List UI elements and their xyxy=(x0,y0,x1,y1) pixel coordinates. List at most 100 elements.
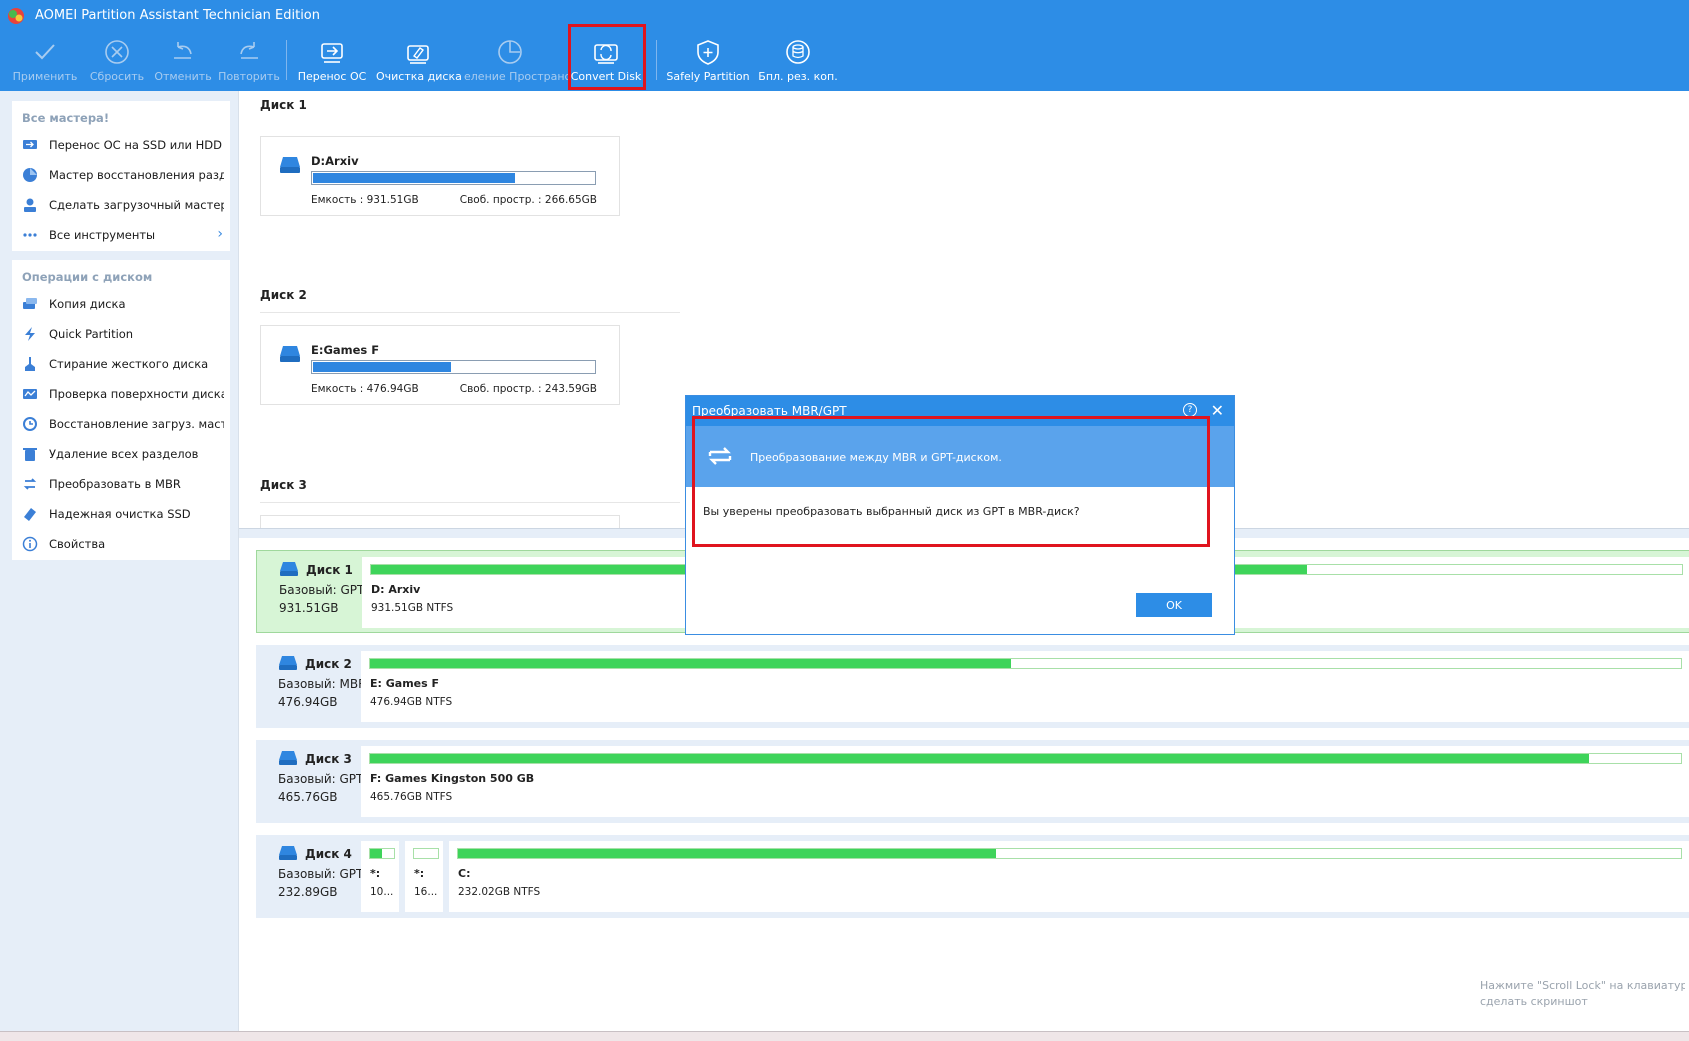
window-title: AOMEI Partition Assistant Technician Edi… xyxy=(35,8,321,23)
allocate-space-icon xyxy=(498,40,522,64)
partition-usage-bar xyxy=(369,658,1682,669)
info-icon xyxy=(22,536,38,552)
more-dots-icon xyxy=(23,233,37,237)
toolbar-separator xyxy=(656,40,657,80)
taskbar-edge xyxy=(0,1031,1689,1041)
migrate-os-icon xyxy=(23,140,37,149)
disk-info: Диск 1 Базовый: GPT 931.51GB xyxy=(257,551,362,634)
disk-card-2[interactable]: E:Games F Емкость : 476.94GB Своб. прост… xyxy=(260,325,620,405)
lightning-icon xyxy=(25,327,35,341)
disk-map-row-2[interactable]: Диск 2 Базовый: MBR 476.94GB E: Games F … xyxy=(256,645,1689,728)
divider xyxy=(260,502,680,503)
disk-cleanup-button[interactable]: Очистка диска xyxy=(376,32,462,90)
partition-block[interactable]: C: 232.02GB NTFS xyxy=(449,841,1689,912)
disk-operations-panel: Операции с диском Копия диска Quick Part… xyxy=(12,260,230,560)
disk-card-1[interactable]: D:Arxiv Емкость : 931.51GB Своб. простр.… xyxy=(260,136,620,216)
allocate-space-button[interactable]: еление Пространс xyxy=(464,32,571,90)
disk-info: Диск 3 Базовый: GPT 465.76GB xyxy=(256,740,361,823)
sidebar-item-ssd-erase[interactable]: Надежная очистка SSD xyxy=(22,500,227,528)
sidebar-item-bootable-media[interactable]: Сделать загрузочный мастер-... xyxy=(22,191,227,219)
partition-block[interactable]: E: Games F 476.94GB NTFS xyxy=(361,651,1689,722)
disk-map-row-3[interactable]: Диск 3 Базовый: GPT 465.76GB F: Games Ki… xyxy=(256,740,1689,823)
chevron-right-icon: › xyxy=(217,226,223,242)
usage-bar-fill xyxy=(313,362,451,372)
apply-button[interactable]: Применить xyxy=(12,32,78,90)
discard-icon xyxy=(105,40,129,64)
divider xyxy=(260,312,680,313)
sidebar-item-rebuild-mbr[interactable]: Восстановление загруз. масте... xyxy=(22,410,227,438)
disk-info: Диск 2 Базовый: MBR 476.94GB xyxy=(256,645,361,728)
sidebar-item-all-tools[interactable]: Все инструменты › xyxy=(22,221,227,249)
partition-usage-bar xyxy=(457,848,1682,859)
disk-cleanup-icon xyxy=(407,45,429,64)
ssd-erase-icon xyxy=(24,508,36,521)
ok-button[interactable]: OK xyxy=(1136,593,1212,617)
hard-drive-icon xyxy=(280,562,298,576)
partition-block[interactable]: F: Games Kingston 500 GB 465.76GB NTFS xyxy=(361,746,1689,817)
convert-disk-highlight xyxy=(568,24,646,90)
migrate-os-icon xyxy=(321,43,343,63)
redo-button[interactable]: Повторить xyxy=(216,32,282,90)
sidebar-item-properties[interactable]: Свойства xyxy=(22,530,227,558)
partition-usage-bar xyxy=(413,848,439,859)
disk-1-heading: Диск 1 xyxy=(260,98,307,112)
hard-drive-icon xyxy=(279,751,297,765)
disk-card-3[interactable] xyxy=(260,515,620,528)
left-sidebar: Все мастера! Перенос ОС на SSD или HDD М… xyxy=(0,91,238,1031)
redo-icon xyxy=(240,42,258,59)
partition-name: E:Games F xyxy=(311,343,380,357)
disk-2-heading: Диск 2 xyxy=(260,288,307,302)
sidebar-item-partition-recovery[interactable]: Мастер восстановления раздела xyxy=(22,161,227,189)
check-icon xyxy=(35,44,55,60)
sidebar-item-quick-partition[interactable]: Quick Partition xyxy=(22,320,227,348)
toolbar-separator xyxy=(286,40,287,80)
bootable-media-icon xyxy=(24,198,36,212)
sidebar-item-surface-test[interactable]: Проверка поверхности диска xyxy=(22,380,227,408)
title-bar: AOMEI Partition Assistant Technician Edi… xyxy=(0,0,1689,32)
sidebar-item-delete-all-partitions[interactable]: Удаление всех разделов xyxy=(22,440,227,468)
wizards-title: Все мастера! xyxy=(22,111,110,125)
hard-drive-icon xyxy=(279,656,297,670)
safely-partition-button[interactable]: Safely Partition xyxy=(664,32,752,90)
hard-drive-icon xyxy=(279,846,297,860)
convert-mbr-icon xyxy=(23,478,37,490)
delete-partitions-icon xyxy=(23,448,37,461)
capacity-text: Емкость : 931.51GB xyxy=(311,194,419,206)
hard-drive-icon xyxy=(280,346,300,362)
partition-block[interactable]: *: 16... xyxy=(405,841,443,912)
free-space-text: Своб. простр. : 243.59GB xyxy=(459,383,597,395)
usage-bar xyxy=(311,171,596,185)
screenshot-hint: Нажмите "Scroll Lock" на клавиатуре сдел… xyxy=(1480,979,1685,1008)
sidebar-item-wipe-disk[interactable]: Стирание жесткого диска xyxy=(22,350,227,378)
backup-icon xyxy=(786,40,810,64)
partition-block[interactable]: *: 10... xyxy=(361,841,399,912)
wipe-disk-icon xyxy=(25,357,35,371)
surface-test-icon xyxy=(23,389,37,399)
sidebar-item-migrate-os[interactable]: Перенос ОС на SSD или HDD xyxy=(22,131,227,159)
wizards-panel: Все мастера! Перенос ОС на SSD или HDD М… xyxy=(12,101,230,251)
undo-icon xyxy=(174,42,192,59)
disk-operations-title: Операции с диском xyxy=(22,270,153,284)
migrate-os-button[interactable]: Перенос ОС xyxy=(296,32,368,90)
disk-3-heading: Диск 3 xyxy=(260,478,307,492)
help-icon[interactable]: ? xyxy=(1183,403,1197,417)
toolbar: Применить Сбросить Отменить Повторить Пе… xyxy=(0,24,1689,91)
disk-map-row-4[interactable]: Диск 4 Базовый: GPT 232.89GB *: 10... *:… xyxy=(256,835,1689,918)
partition-name: D:Arxiv xyxy=(311,154,359,168)
undo-button[interactable]: Отменить xyxy=(150,32,216,90)
partition-usage-bar xyxy=(369,848,395,859)
free-space-text: Своб. простр. : 266.65GB xyxy=(459,194,597,206)
partition-usage-bar xyxy=(369,753,1682,764)
safely-partition-icon xyxy=(697,40,719,65)
disk-info: Диск 4 Базовый: GPT 232.89GB xyxy=(256,835,361,918)
sidebar-item-disk-copy[interactable]: Копия диска xyxy=(22,290,227,318)
backup-button[interactable]: Бпл. рез. коп. xyxy=(756,32,840,90)
discard-button[interactable]: Сбросить xyxy=(84,32,150,90)
disk-copy-icon xyxy=(23,298,37,309)
app-logo-icon xyxy=(8,8,24,24)
partition-recovery-icon xyxy=(23,168,37,182)
capacity-text: Емкость : 476.94GB xyxy=(311,383,419,395)
sidebar-item-convert-mbr[interactable]: Преобразовать в MBR xyxy=(22,470,227,498)
dialog-highlight xyxy=(692,416,1210,547)
close-icon[interactable]: ✕ xyxy=(1211,401,1224,420)
